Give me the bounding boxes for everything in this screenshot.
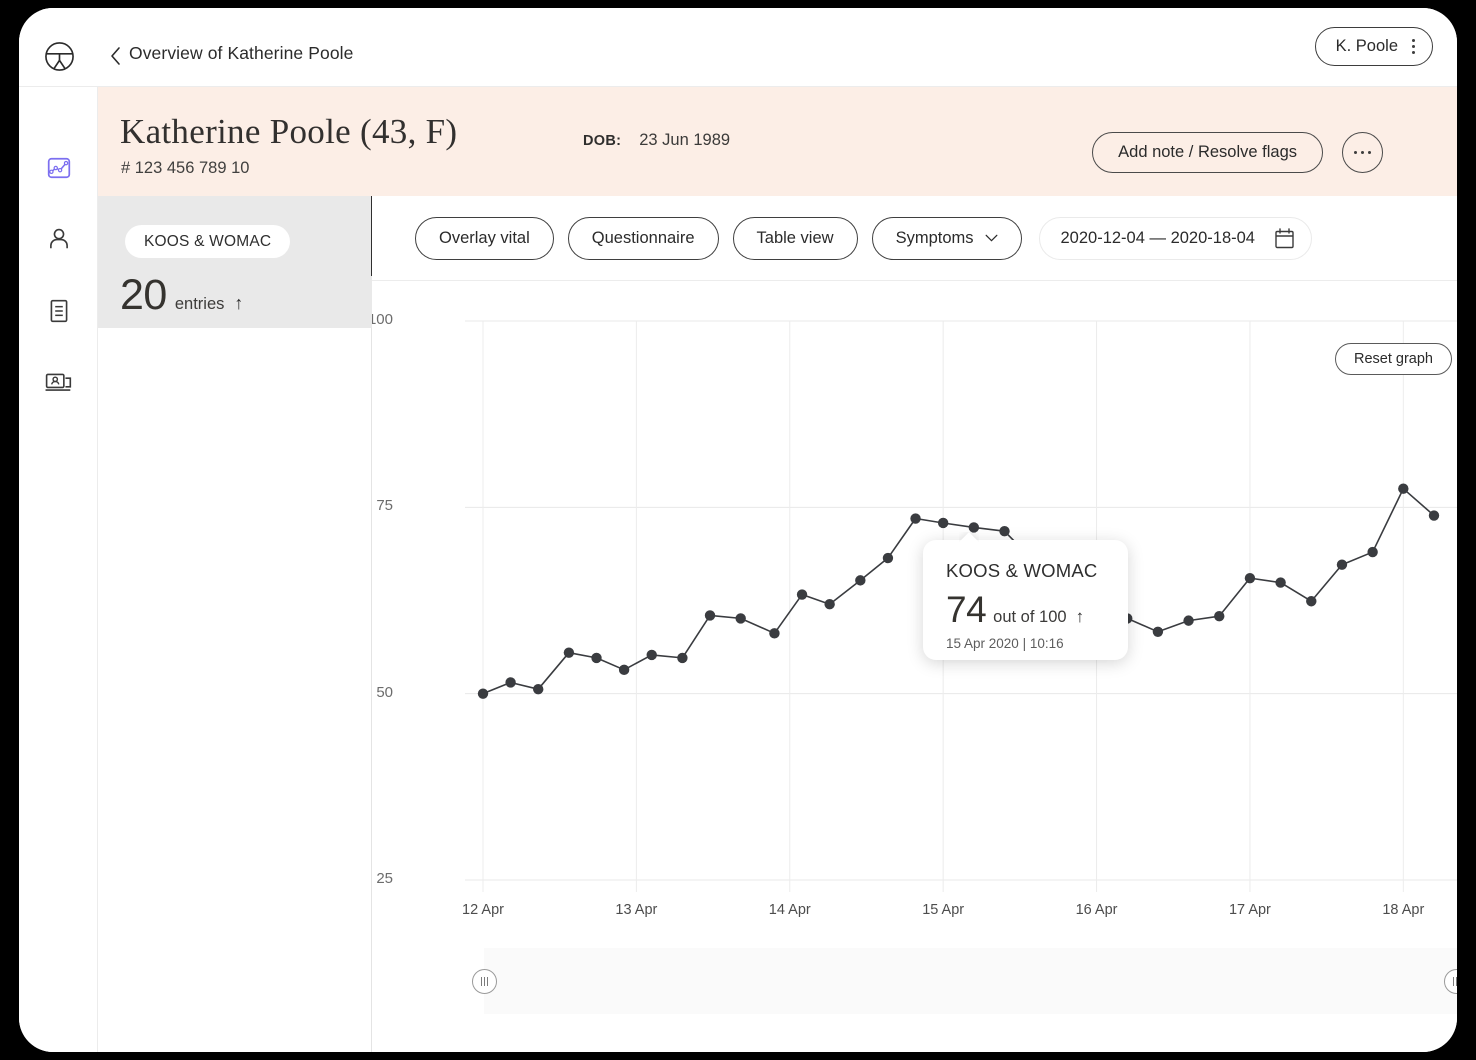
more-dots-icon[interactable]	[1342, 132, 1383, 173]
user-menu-button[interactable]: K. Poole	[1314, 27, 1433, 66]
table-view-button[interactable]: Table view	[732, 216, 858, 260]
x-tick-label: 13 Apr	[615, 902, 658, 918]
entries-count: 20	[120, 271, 167, 319]
back-chevron-icon[interactable]	[108, 45, 124, 67]
tooltip-title: KOOS & WOMAC	[946, 560, 1098, 581]
x-tick-label: 14 Apr	[768, 902, 811, 918]
app-logo-icon[interactable]	[44, 41, 75, 72]
calendar-icon	[1275, 227, 1294, 248]
document-icon	[50, 299, 67, 322]
chart-toolbar: Overlay vital Questionnaire Table view S…	[372, 196, 1457, 281]
patient-name: Katherine Poole (43, F)	[120, 112, 458, 151]
top-bar: Overview of Katherine Poole K. Poole	[19, 8, 1457, 87]
dob-group: DOB: 23 Jun 1989	[583, 131, 730, 150]
chart-range-slider[interactable]	[472, 948, 1457, 1014]
trend-arrow-icon: ↑	[234, 293, 244, 313]
person-icon	[49, 228, 68, 248]
kebab-menu-icon[interactable]	[1412, 39, 1415, 54]
tooltip-arrow	[959, 532, 979, 542]
tooltip-value-row: 74 out of 100 ↑	[946, 589, 1084, 631]
y-tick-label: 50	[376, 683, 393, 701]
entries-summary: 20 entries ↑	[120, 271, 243, 320]
y-tick-label: 100	[372, 311, 393, 328]
user-name-label: K. Poole	[1335, 37, 1398, 55]
overlay-vital-button[interactable]: Overlay vital	[415, 216, 554, 260]
line-chart-plot[interactable]	[372, 281, 1457, 921]
sidebar	[19, 87, 98, 1052]
symptoms-label: Symptoms	[895, 228, 974, 247]
x-tick-label: 15 Apr	[922, 902, 965, 918]
range-handle-left[interactable]	[472, 969, 497, 994]
add-note-button[interactable]: Add note / Resolve flags	[1092, 132, 1323, 173]
app-window: Overview of Katherine Poole K. Poole Kat…	[19, 8, 1457, 1052]
dob-label: DOB:	[583, 133, 622, 149]
sidebar-item-records[interactable]	[42, 294, 75, 327]
dob-value: 23 Jun 1989	[639, 131, 731, 149]
breadcrumb: Overview of Katherine Poole	[129, 43, 354, 63]
sidebar-item-video-consult[interactable]	[42, 365, 75, 398]
date-range-picker[interactable]: 2020-12-04 — 2020-18-04	[1038, 216, 1312, 260]
tooltip-value: 74	[946, 589, 987, 630]
y-tick-label: 25	[376, 870, 393, 887]
patient-banner: Katherine Poole (43, F) # 123 456 789 10…	[98, 87, 1457, 196]
x-tick-label: 18 Apr	[1382, 902, 1425, 918]
symptoms-dropdown[interactable]: Symptoms	[871, 216, 1022, 260]
x-tick-label: 17 Apr	[1228, 902, 1271, 918]
reset-graph-button[interactable]: Reset graph	[1335, 343, 1452, 375]
video-consult-icon	[45, 373, 71, 391]
y-tick-label: 75	[376, 497, 393, 515]
tooltip-out-of: out of 100	[993, 608, 1067, 626]
patient-id: # 123 456 789 10	[121, 159, 250, 177]
chevron-down-icon	[985, 234, 997, 242]
chart-line-icon	[47, 157, 70, 178]
range-handle-right[interactable]	[1444, 969, 1457, 994]
metric-chip[interactable]: KOOS & WOMAC	[125, 225, 291, 258]
summary-panel: KOOS & WOMAC 20 entries ↑	[98, 196, 372, 328]
x-tick-label: 12 Apr	[462, 902, 504, 918]
sidebar-item-patient[interactable]	[42, 222, 75, 255]
data-point-tooltip: KOOS & WOMAC 74 out of 100 ↑ 15 Apr 2020…	[923, 540, 1128, 660]
summary-panel-body	[98, 328, 372, 1052]
date-range-value: 2020-12-04 — 2020-18-04	[1060, 228, 1255, 247]
chart-container[interactable]: Reset graph 25 50 75 100 12 Apr 13 Apr 14 Apr…	[372, 281, 1457, 1052]
x-tick-label: 16 Apr	[1075, 902, 1118, 918]
sidebar-item-charts[interactable]	[42, 151, 75, 184]
tooltip-timestamp: 15 Apr 2020 | 10:16	[946, 636, 1064, 651]
entries-label: entries	[174, 295, 225, 313]
questionnaire-button[interactable]: Questionnaire	[567, 216, 719, 260]
tooltip-trend-arrow-icon: ↑	[1075, 607, 1085, 626]
